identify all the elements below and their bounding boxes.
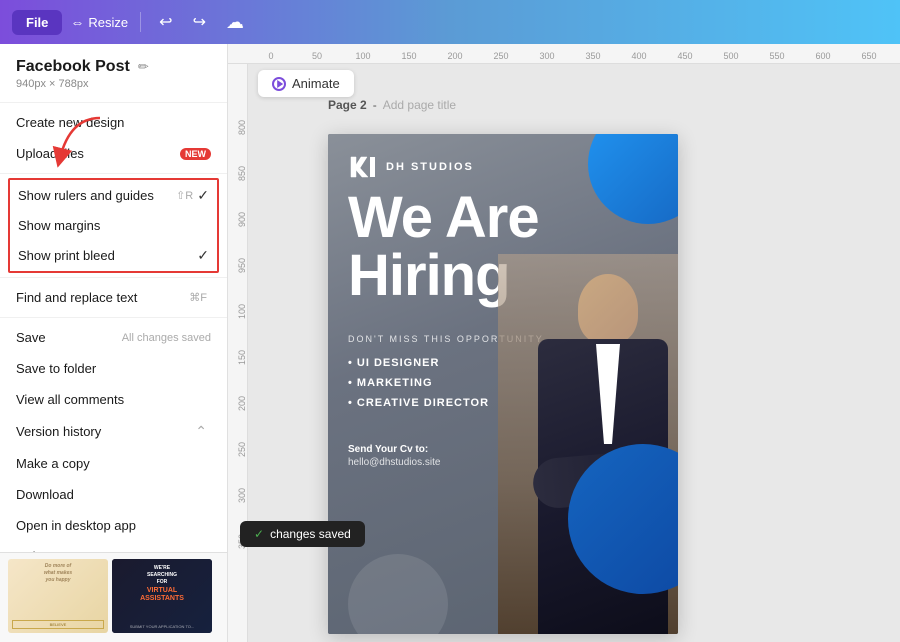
- design-canvas[interactable]: DH STUDIOS We Are Hiring DON'T MISS THIS…: [328, 134, 678, 634]
- menu-item-copy[interactable]: Make a copy: [0, 448, 227, 479]
- role-3: • CREATIVE DIRECTOR: [348, 394, 489, 414]
- menu-item-download[interactable]: Download: [0, 479, 227, 510]
- page-dash: -: [373, 98, 377, 112]
- menu-item-create[interactable]: Create new design: [0, 107, 227, 138]
- thumbnail-1[interactable]: Do more ofwhat makesyou happy BELIEVE: [8, 559, 108, 633]
- dh-logo-icon: [348, 154, 378, 180]
- animate-icon: [272, 77, 286, 91]
- hiring-roles: • UI DESIGNER • MARKETING • CREATIVE DIR…: [348, 354, 489, 413]
- menu-item-margins[interactable]: Show margins: [10, 211, 217, 240]
- animate-button[interactable]: Animate: [258, 70, 354, 97]
- sidebar-dimensions: 940px × 788px: [16, 78, 211, 90]
- bleed-check: ✓: [197, 247, 209, 264]
- white-circle-decoration: [348, 554, 448, 634]
- edit-title-icon[interactable]: ✏: [138, 59, 149, 75]
- resize-button[interactable]: Resize: [70, 14, 128, 30]
- menu-item-comments[interactable]: View all comments: [0, 384, 227, 415]
- menu-divider-2: [0, 277, 227, 278]
- contact-email: hello@dhstudios.site: [348, 457, 440, 468]
- rulers-check: ✓: [197, 187, 209, 204]
- menu-section: Create new design Upload files NEW Show …: [0, 103, 227, 552]
- menu-divider-3: [0, 317, 227, 318]
- page-add-title: Add page title: [383, 98, 456, 112]
- menu-item-save-folder[interactable]: Save to folder: [0, 353, 227, 384]
- dh-logo-area: DH STUDIOS: [348, 154, 474, 180]
- redo-button[interactable]: ↪: [187, 8, 212, 36]
- toast-check-icon: ✓: [254, 527, 264, 541]
- page-label: Page 2 - Add page title: [328, 98, 456, 112]
- menu-item-bleed[interactable]: Show print bleed ✓: [10, 240, 217, 271]
- sidebar-header: Facebook Post ✏ 940px × 788px: [0, 44, 227, 103]
- menu-item-upload[interactable]: Upload files NEW: [0, 138, 227, 169]
- menu-item-save[interactable]: Save All changes saved: [0, 322, 227, 353]
- sidebar: Facebook Post ✏ 940px × 788px Create new…: [0, 44, 228, 642]
- thumbnail-2[interactable]: WE'RESEARCHINGFOR VIRTUALASSISTANTS SUBM…: [112, 559, 212, 633]
- sidebar-title: Facebook Post: [16, 58, 130, 76]
- cloud-sync-button[interactable]: ☁: [220, 8, 250, 37]
- file-button[interactable]: File: [12, 10, 62, 35]
- menu-item-desktop[interactable]: Open in desktop app: [0, 510, 227, 541]
- new-badge: NEW: [180, 148, 211, 160]
- rulers-shortcut: ⇧R: [176, 189, 193, 202]
- undo-button[interactable]: ↩: [153, 8, 178, 36]
- role-2: • MARKETING: [348, 374, 489, 394]
- top-toolbar: File Resize ↩ ↪ ☁: [0, 0, 900, 44]
- changes-saved-toast: ✓ changes saved: [240, 521, 365, 547]
- vertical-ruler: 800 850 900 950 100 150 200 250 300 350: [228, 64, 248, 642]
- menu-item-rulers[interactable]: Show rulers and guides ⇧R ✓: [10, 180, 217, 211]
- horizontal-ruler: 0 50 100 150 200 250 300 350 400 450 500…: [228, 44, 900, 64]
- thumbnail-strip: Do more ofwhat makesyou happy BELIEVE WE…: [0, 552, 227, 642]
- studio-name: DH STUDIOS: [386, 161, 474, 173]
- main-layout: Facebook Post ✏ 940px × 788px Create new…: [0, 44, 900, 642]
- headline-line1: We Are: [348, 189, 658, 247]
- canvas-area: 0 50 100 150 200 250 300 350 400 450 500…: [228, 44, 900, 642]
- menu-item-version[interactable]: Version history ⌃: [0, 415, 227, 448]
- animate-label: Animate: [292, 76, 340, 91]
- contact-title: Send Your Cv to:: [348, 444, 440, 455]
- find-shortcut: ⌘F: [189, 291, 207, 304]
- page-number: Page 2: [328, 98, 367, 112]
- menu-divider-1: [0, 173, 227, 174]
- save-status: All changes saved: [122, 332, 211, 344]
- version-shortcut: ⌃: [195, 423, 207, 440]
- hiring-contact: Send Your Cv to: hello@dhstudios.site: [348, 444, 440, 468]
- toolbar-divider-1: [140, 12, 141, 32]
- toast-text: changes saved: [270, 527, 351, 541]
- role-1: • UI DESIGNER: [348, 354, 489, 374]
- design-background: DH STUDIOS We Are Hiring DON'T MISS THIS…: [328, 134, 678, 634]
- menu-outlined-group: Show rulers and guides ⇧R ✓ Show margins…: [8, 178, 219, 273]
- menu-item-find[interactable]: Find and replace text ⌘F: [0, 282, 227, 313]
- menu-item-help[interactable]: Help: [0, 541, 227, 552]
